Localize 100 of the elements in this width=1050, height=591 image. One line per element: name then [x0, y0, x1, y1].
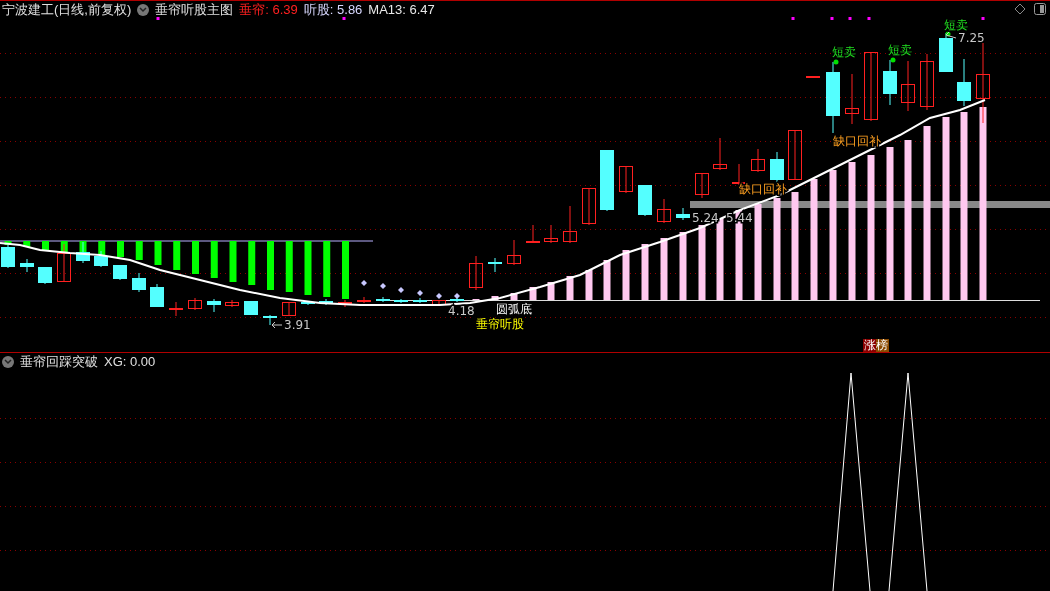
indicator-reading: 听股: 5.86	[303, 2, 363, 18]
candlestick	[676, 207, 690, 221]
indicator-bar	[585, 270, 593, 300]
candlestick	[957, 58, 971, 107]
pattern-label: 圆弧底	[496, 302, 532, 316]
candlestick	[188, 297, 202, 311]
candlestick	[657, 198, 671, 224]
candlestick	[920, 53, 934, 111]
indicator-bar	[210, 241, 218, 278]
indicator-bar	[192, 241, 199, 274]
candlestick	[469, 255, 483, 291]
indicator-bar	[23, 241, 31, 247]
candlestick	[450, 295, 464, 303]
signal-dot	[890, 57, 896, 63]
candlestick	[225, 299, 239, 308]
arrow-icon	[945, 31, 957, 39]
candlestick	[301, 300, 315, 306]
signal-marker	[867, 17, 871, 20]
candlestick	[94, 250, 108, 268]
candlestick	[713, 137, 727, 171]
candlestick	[244, 300, 258, 316]
indicator-bar	[60, 241, 68, 252]
indicator-name[interactable]: 垂帘听股主图	[155, 2, 234, 18]
price-label: 7.25	[958, 31, 985, 45]
indicator-bar	[660, 238, 668, 300]
indicator-bar	[304, 241, 312, 295]
candlestick	[845, 73, 859, 125]
candlestick	[526, 224, 540, 244]
signal-label: 短卖	[888, 43, 912, 57]
indicator-bar	[603, 260, 611, 300]
candlestick	[751, 148, 765, 173]
indicator-bar	[529, 287, 537, 300]
indicator-bar	[641, 244, 649, 300]
indicator-bar	[566, 276, 574, 300]
indicator-bar	[510, 293, 518, 300]
candlestick	[788, 129, 802, 181]
candlestick	[1, 244, 15, 269]
signal-marker	[830, 17, 834, 20]
candlestick	[619, 165, 633, 194]
signal-marker	[981, 17, 985, 20]
indicator-bar	[4, 241, 12, 245]
candlestick	[263, 314, 277, 326]
indicator-reading: XG: 0.00	[104, 354, 156, 370]
indicator-bar	[98, 241, 106, 255]
gap-label: 缺口回补	[833, 134, 881, 148]
rank-badge: 涨榜	[863, 339, 889, 352]
candlestick	[638, 184, 652, 217]
indicator-bar	[135, 241, 143, 260]
signal-marker	[156, 17, 160, 20]
dropdown-icon[interactable]	[137, 4, 150, 16]
candlestick	[57, 243, 71, 283]
candlestick	[282, 301, 296, 317]
indicator-bar	[547, 282, 555, 300]
diamond-marker	[436, 293, 442, 299]
candlestick	[507, 239, 521, 266]
candlestick	[864, 51, 878, 122]
diamond-icon[interactable]	[1014, 3, 1026, 15]
indicator-bar	[679, 232, 687, 300]
diamond-marker	[361, 280, 367, 286]
indicator-bar	[154, 241, 162, 265]
dropdown-icon[interactable]	[2, 356, 14, 368]
indicator-bar	[248, 241, 256, 285]
signal-label: 垂帘听股	[476, 317, 524, 331]
candlestick	[319, 298, 333, 306]
diamond-marker	[398, 287, 404, 293]
signal-dot	[945, 31, 951, 37]
candlestick	[544, 224, 558, 244]
indicator-bar	[472, 299, 480, 300]
candlestick	[695, 172, 709, 199]
candlestick	[38, 266, 52, 285]
indicator-bar	[491, 296, 499, 300]
price-label: 5.24	[692, 211, 719, 225]
candlestick	[20, 258, 34, 273]
candlestick	[939, 32, 953, 73]
candlestick	[432, 299, 446, 307]
candlestick	[413, 297, 427, 304]
indicator-bar	[173, 241, 181, 270]
candlestick	[207, 298, 221, 313]
indicator-bar	[117, 241, 124, 257]
indicator-reading: MA13: 6.47	[368, 2, 435, 18]
candlestick	[376, 296, 390, 303]
indicator-bar	[267, 241, 274, 290]
candlestick	[150, 283, 164, 308]
candlestick	[169, 301, 183, 317]
signal-label: 短卖	[832, 45, 856, 59]
signal-marker	[342, 17, 346, 20]
indicator-bar	[229, 241, 237, 282]
candlestick	[132, 272, 146, 293]
candlestick	[600, 149, 614, 212]
indicator-name[interactable]: 垂帘回踩突破	[20, 354, 98, 370]
arrow-icon	[271, 321, 283, 329]
panel-toggle-icon[interactable]	[1034, 3, 1046, 15]
gap-label: 缺口回补	[739, 182, 787, 196]
stock-title: 宁波建工(日线,前复权)	[2, 2, 132, 18]
signal-marker	[848, 17, 852, 20]
price-label: 4.18	[448, 304, 475, 318]
price-label: 3.91	[284, 318, 311, 332]
indicator-reading: 垂帘: 6.39	[239, 2, 298, 18]
candlestick	[113, 264, 127, 281]
candlestick	[582, 187, 596, 226]
